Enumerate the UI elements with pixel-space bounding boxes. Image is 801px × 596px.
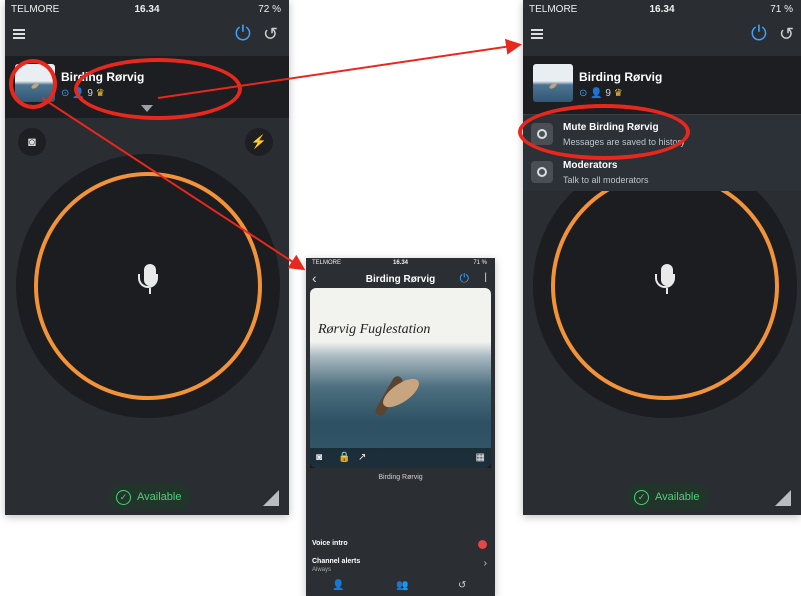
qr-icon[interactable]: ▦ [476, 452, 485, 463]
top-bar: ⏻ ↺ [523, 18, 801, 56]
menu-item-title: Moderators [563, 160, 618, 171]
tab-profile-icon[interactable]: 👤 [332, 580, 344, 591]
menu-item-moderators[interactable]: Moderators Talk to all moderators [523, 155, 801, 191]
channel-alerts-row[interactable]: Channel alerts Always › [306, 552, 495, 576]
history-icon[interactable]: ↺ [779, 24, 794, 44]
power-icon[interactable]: ⏻ [460, 271, 470, 286]
microphone-small-icon[interactable]: | [484, 272, 487, 283]
talk-dial[interactable] [16, 154, 280, 418]
crown-icon: ♛ [613, 88, 623, 99]
power-icon[interactable]: ⏻ [751, 24, 767, 44]
history-icon[interactable]: ↺ [263, 24, 278, 44]
camera-icon[interactable]: ◙ [316, 452, 322, 463]
tab-history-icon[interactable]: ↺ [458, 580, 466, 591]
battery-label: 72 % [258, 4, 281, 15]
moderators-icon [531, 161, 553, 183]
clock: 16.34 [649, 4, 675, 15]
channel-info-topbar: ‹ Birding Rørvig ⏻ | [306, 268, 495, 290]
photo-toolbar: ◙ 🔒 ↗ ▦ [310, 448, 491, 468]
check-icon: ✓ [116, 490, 131, 505]
member-count: 9 [605, 88, 611, 99]
clock: 16.34 [134, 4, 160, 15]
channel-name: Birding Rørvig [378, 474, 423, 481]
status-bar: TELMORE 16.34 72 % [5, 0, 289, 18]
microphone-icon [655, 264, 675, 294]
availability-button[interactable]: ✓ Available [626, 484, 710, 510]
menu-icon[interactable] [531, 29, 543, 39]
battery-label: 71 % [473, 260, 487, 266]
talk-dial[interactable] [533, 154, 797, 418]
channel-thumbnail[interactable] [533, 64, 573, 102]
channel-name: Birding Rørvig [579, 70, 663, 84]
channel-photo: Rørvig Fuglestation [310, 288, 491, 468]
chevron-right-icon: › [483, 558, 487, 569]
signal-icon [263, 490, 279, 506]
row-title: Channel alerts [312, 558, 361, 565]
online-icon: ⊙ [579, 88, 588, 99]
power-icon[interactable]: ⏻ [235, 24, 251, 44]
lock-icon[interactable]: 🔒 [338, 452, 350, 463]
clock: 16.34 [392, 260, 408, 266]
availability-button[interactable]: ✓ Available [108, 484, 192, 510]
microphone-icon [138, 264, 158, 294]
online-icon: ⊙ [61, 88, 70, 99]
annotation-oval-channel-name [74, 58, 242, 120]
menu-icon[interactable] [13, 29, 25, 39]
check-icon: ✓ [634, 490, 649, 505]
availability-label: Available [137, 491, 182, 503]
availability-label: Available [655, 491, 700, 503]
status-bar: TELMORE 16.34 71 % [523, 0, 801, 18]
row-title: Voice intro [312, 540, 348, 547]
top-bar: ⏻ ↺ [5, 18, 289, 56]
tab-users-icon[interactable]: 👥 [396, 580, 408, 591]
middle-phone-screen: TELMORE 16.34 71 % ‹ Birding Rørvig ⏻ | … [306, 258, 495, 596]
battery-label: 71 % [770, 4, 793, 15]
photo-brand-text: Rørvig Fuglestation [318, 322, 431, 337]
record-icon[interactable] [478, 540, 487, 549]
row-subtitle: Always [312, 567, 332, 573]
right-phone-screen: TELMORE 16.34 71 % ⏻ ↺ Birding Rørvig ⊙ … [523, 0, 801, 515]
camera-button[interactable]: ◙ [18, 128, 46, 156]
annotation-oval-mute [518, 104, 690, 160]
share-icon[interactable]: ↗ [358, 452, 366, 463]
tab-bar: 👤 👥 ↺ [306, 578, 495, 596]
alert-button[interactable]: ⚡ [245, 128, 273, 156]
menu-item-subtitle: Talk to all moderators [563, 175, 649, 185]
annotation-oval-thumbnail [9, 59, 57, 109]
channel-meta: ⊙ 👤 9 ♛ [579, 88, 623, 99]
status-bar: TELMORE 16.34 71 % [306, 258, 495, 268]
user-icon: 👤 [590, 88, 603, 99]
signal-icon [775, 490, 791, 506]
